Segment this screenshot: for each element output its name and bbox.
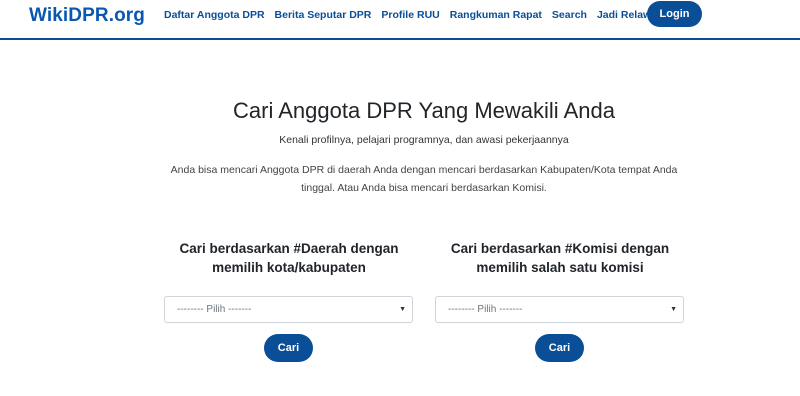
region-search-button[interactable]: Cari [264,334,313,362]
caret-down-icon: ▼ [670,306,677,313]
nav-link-daftar-anggota[interactable]: Daftar Anggota DPR [164,9,265,21]
search-by-region: Cari berdasarkan #Daerah dengan memilih … [164,239,414,362]
nav-link-berita[interactable]: Berita Seputar DPR [275,9,372,21]
brand-main: DPR.org [68,5,145,26]
brand-prefix: Wiki [29,5,69,26]
nav-links: Daftar Anggota DPR Berita Seputar DPR Pr… [164,0,673,30]
commission-select-value: -------- Pilih ------- [448,304,523,315]
commission-search-button[interactable]: Cari [535,334,584,362]
login-button[interactable]: Login [647,1,702,27]
page-title: Cari Anggota DPR Yang Mewakili Anda [233,98,615,123]
page-description: Anda bisa mencari Anggota DPR di daerah … [170,164,678,194]
brand-logo[interactable]: WikiDPR.org [29,5,145,27]
caret-down-icon: ▼ [399,306,406,313]
page-subtitle: Kenali profilnya, pelajari programnya, d… [279,134,569,146]
commission-select[interactable]: -------- Pilih ------- ▼ [435,296,684,323]
nav-link-profile-ruu[interactable]: Profile RUU [381,9,439,21]
region-heading: Cari berdasarkan #Daerah dengan memilih … [179,241,399,275]
region-select-value: -------- Pilih ------- [177,304,252,315]
region-select[interactable]: -------- Pilih ------- ▼ [164,296,413,323]
nav-link-rangkuman-rapat[interactable]: Rangkuman Rapat [450,9,542,21]
nav-link-search[interactable]: Search [552,9,587,21]
navbar: WikiDPR.org Daftar Anggota DPR Berita Se… [0,0,800,40]
search-by-commission: Cari berdasarkan #Komisi dengan memilih … [435,239,685,362]
commission-heading: Cari berdasarkan #Komisi dengan memilih … [450,241,670,275]
